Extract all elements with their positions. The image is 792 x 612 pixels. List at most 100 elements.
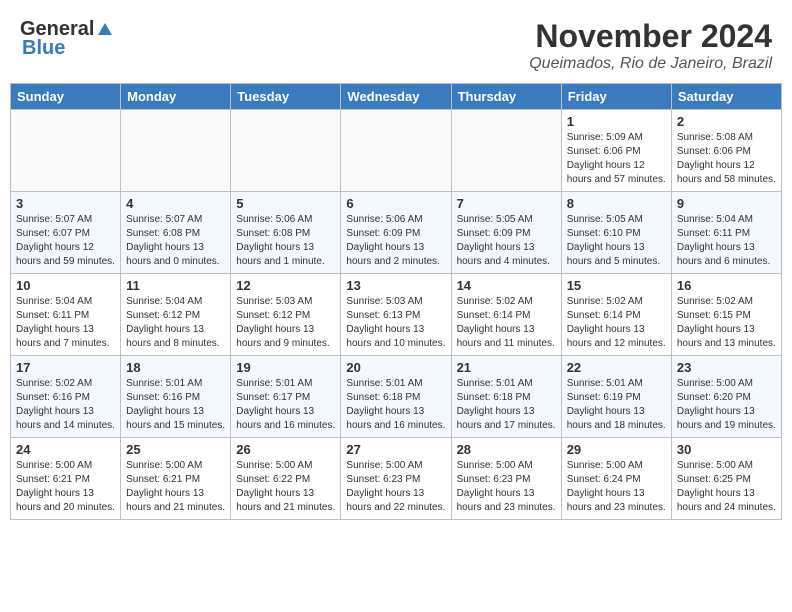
day-info: Sunrise: 5:01 AMSunset: 6:16 PMDaylight … <box>126 377 225 433</box>
calendar-cell: 5Sunrise: 5:06 AMSunset: 6:08 PMDaylight… <box>231 192 341 274</box>
calendar-week-row: 10Sunrise: 5:04 AMSunset: 6:11 PMDayligh… <box>11 274 782 356</box>
location-title: Queimados, Rio de Janeiro, Brazil <box>529 55 772 73</box>
page-header: General Blue November 2024 Queimados, Ri… <box>10 10 782 77</box>
logo-blue: Blue <box>22 37 65 60</box>
day-number: 30 <box>677 442 776 457</box>
column-header-sunday: Sunday <box>11 84 121 110</box>
column-header-saturday: Saturday <box>671 84 781 110</box>
day-info: Sunrise: 5:01 AMSunset: 6:19 PMDaylight … <box>567 377 666 433</box>
day-number: 17 <box>16 360 115 375</box>
calendar-cell: 10Sunrise: 5:04 AMSunset: 6:11 PMDayligh… <box>11 274 121 356</box>
day-number: 15 <box>567 278 666 293</box>
day-number: 16 <box>677 278 776 293</box>
day-number: 25 <box>126 442 225 457</box>
day-info: Sunrise: 5:00 AMSunset: 6:21 PMDaylight … <box>16 459 115 515</box>
day-number: 22 <box>567 360 666 375</box>
day-number: 12 <box>236 278 335 293</box>
calendar-cell: 12 Sunrise: 5:03 AMSunset: 6:12 PMDayligh… <box>231 274 341 356</box>
calendar-week-row: 3 Sunrise: 5:07 AMSunset: 6:07 PMDaylight… <box>11 192 782 274</box>
day-info: Sunrise: 5:01 AMSunset: 6:18 PMDaylight … <box>346 377 445 433</box>
day-info: Sunrise: 5:03 AMSunset: 6:13 PMDaylight … <box>346 295 445 351</box>
calendar-cell <box>451 110 561 192</box>
calendar-cell: 11 Sunrise: 5:04 AMSunset: 6:12 PMDayligh… <box>121 274 231 356</box>
calendar-cell: 26Sunrise: 5:00 AMSunset: 6:22 PMDayligh… <box>231 438 341 520</box>
column-header-monday: Monday <box>121 84 231 110</box>
day-number: 29 <box>567 442 666 457</box>
calendar-cell: 23Sunrise: 5:00 AMSunset: 6:20 PMDayligh… <box>671 356 781 438</box>
day-number: 7 <box>457 196 556 211</box>
day-number: 24 <box>16 442 115 457</box>
column-header-thursday: Thursday <box>451 84 561 110</box>
day-info: Sunrise: 5:08 AMSunset: 6:06 PMDaylight … <box>677 131 776 187</box>
calendar-week-row: 17 Sunrise: 5:02 AMSunset: 6:16 PMDayligh… <box>11 356 782 438</box>
day-info: Sunrise: 5:02 AMSunset: 6:16 PMDaylight … <box>16 377 115 433</box>
day-number: 3 <box>16 196 115 211</box>
day-info: Sunrise: 5:05 AMSunset: 6:09 PMDaylight … <box>457 213 556 269</box>
calendar-table: SundayMondayTuesdayWednesdayThursdayFrid… <box>10 83 782 520</box>
calendar-cell <box>341 110 451 192</box>
day-number: 11 <box>126 278 225 293</box>
calendar-cell: 17 Sunrise: 5:02 AMSunset: 6:16 PMDayligh… <box>11 356 121 438</box>
calendar-cell: 1 Sunrise: 5:09 AMSunset: 6:06 PMDaylight… <box>561 110 671 192</box>
day-info: Sunrise: 5:02 AMSunset: 6:14 PMDaylight … <box>457 295 556 351</box>
day-number: 14 <box>457 278 556 293</box>
day-info: Sunrise: 5:01 AMSunset: 6:17 PMDaylight … <box>236 377 335 433</box>
logo-icon <box>96 21 114 39</box>
calendar-cell: 4 Sunrise: 5:07 AMSunset: 6:08 PMDaylight… <box>121 192 231 274</box>
title-section: November 2024 Queimados, Rio de Janeiro,… <box>529 18 772 73</box>
day-info: Sunrise: 5:07 AMSunset: 6:08 PMDaylight … <box>126 213 225 269</box>
day-info: Sunrise: 5:02 AMSunset: 6:14 PMDaylight … <box>567 295 666 351</box>
calendar-cell <box>121 110 231 192</box>
day-number: 4 <box>126 196 225 211</box>
day-number: 8 <box>567 196 666 211</box>
column-header-friday: Friday <box>561 84 671 110</box>
day-info: Sunrise: 5:02 AMSunset: 6:15 PMDaylight … <box>677 295 776 351</box>
day-info: Sunrise: 5:05 AMSunset: 6:10 PMDaylight … <box>567 213 666 269</box>
day-info: Sunrise: 5:09 AMSunset: 6:06 PMDaylight … <box>567 131 666 187</box>
calendar-cell <box>231 110 341 192</box>
day-info: Sunrise: 5:07 AMSunset: 6:07 PMDaylight … <box>16 213 115 269</box>
calendar-cell: 20 Sunrise: 5:01 AMSunset: 6:18 PMDayligh… <box>341 356 451 438</box>
calendar-cell: 21 Sunrise: 5:01 AMSunset: 6:18 PMDayligh… <box>451 356 561 438</box>
day-info: Sunrise: 5:03 AMSunset: 6:12 PMDaylight … <box>236 295 335 351</box>
day-info: Sunrise: 5:00 AMSunset: 6:21 PMDaylight … <box>126 459 225 515</box>
calendar-cell: 13 Sunrise: 5:03 AMSunset: 6:13 PMDayligh… <box>341 274 451 356</box>
calendar-cell: 22 Sunrise: 5:01 AMSunset: 6:19 PMDayligh… <box>561 356 671 438</box>
calendar-cell: 15 Sunrise: 5:02 AMSunset: 6:14 PMDayligh… <box>561 274 671 356</box>
day-info: Sunrise: 5:04 AMSunset: 6:11 PMDaylight … <box>677 213 776 269</box>
day-number: 9 <box>677 196 776 211</box>
calendar-cell: 28Sunrise: 5:00 AMSunset: 6:23 PMDayligh… <box>451 438 561 520</box>
day-number: 19 <box>236 360 335 375</box>
calendar-cell: 14 Sunrise: 5:02 AMSunset: 6:14 PMDayligh… <box>451 274 561 356</box>
calendar-cell: 18 Sunrise: 5:01 AMSunset: 6:16 PMDayligh… <box>121 356 231 438</box>
day-number: 27 <box>346 442 445 457</box>
calendar-week-row: 24 Sunrise: 5:00 AMSunset: 6:21 PMDayligh… <box>11 438 782 520</box>
day-info: Sunrise: 5:00 AMSunset: 6:20 PMDaylight … <box>677 377 776 433</box>
calendar-cell: 9 Sunrise: 5:04 AMSunset: 6:11 PMDaylight… <box>671 192 781 274</box>
day-number: 1 <box>567 114 666 129</box>
day-number: 18 <box>126 360 225 375</box>
calendar-cell: 7 Sunrise: 5:05 AMSunset: 6:09 PMDaylight… <box>451 192 561 274</box>
calendar-cell: 8 Sunrise: 5:05 AMSunset: 6:10 PMDaylight… <box>561 192 671 274</box>
day-number: 6 <box>346 196 445 211</box>
day-info: Sunrise: 5:01 AMSunset: 6:18 PMDaylight … <box>457 377 556 433</box>
day-info: Sunrise: 5:00 AMSunset: 6:25 PMDaylight … <box>677 459 776 515</box>
calendar-cell: 24 Sunrise: 5:00 AMSunset: 6:21 PMDayligh… <box>11 438 121 520</box>
day-info: Sunrise: 5:04 AMSunset: 6:11 PMDaylight … <box>16 295 115 351</box>
day-info: Sunrise: 5:04 AMSunset: 6:12 PMDaylight … <box>126 295 225 351</box>
day-info: Sunrise: 5:00 AMSunset: 6:23 PMDaylight … <box>346 459 445 515</box>
month-title: November 2024 <box>529 18 772 55</box>
day-info: Sunrise: 5:06 AMSunset: 6:09 PMDaylight … <box>346 213 445 269</box>
day-number: 13 <box>346 278 445 293</box>
calendar-cell: 3 Sunrise: 5:07 AMSunset: 6:07 PMDaylight… <box>11 192 121 274</box>
calendar-cell: 6 Sunrise: 5:06 AMSunset: 6:09 PMDaylight… <box>341 192 451 274</box>
calendar-header-row: SundayMondayTuesdayWednesdayThursdayFrid… <box>11 84 782 110</box>
calendar-cell: 19 Sunrise: 5:01 AMSunset: 6:17 PMDayligh… <box>231 356 341 438</box>
calendar-cell <box>11 110 121 192</box>
day-info: Sunrise: 5:00 AMSunset: 6:22 PMDaylight … <box>236 459 335 515</box>
calendar-week-row: 1 Sunrise: 5:09 AMSunset: 6:06 PMDaylight… <box>11 110 782 192</box>
day-number: 20 <box>346 360 445 375</box>
day-number: 5 <box>236 196 335 211</box>
day-number: 21 <box>457 360 556 375</box>
calendar-cell: 29Sunrise: 5:00 AMSunset: 6:24 PMDayligh… <box>561 438 671 520</box>
